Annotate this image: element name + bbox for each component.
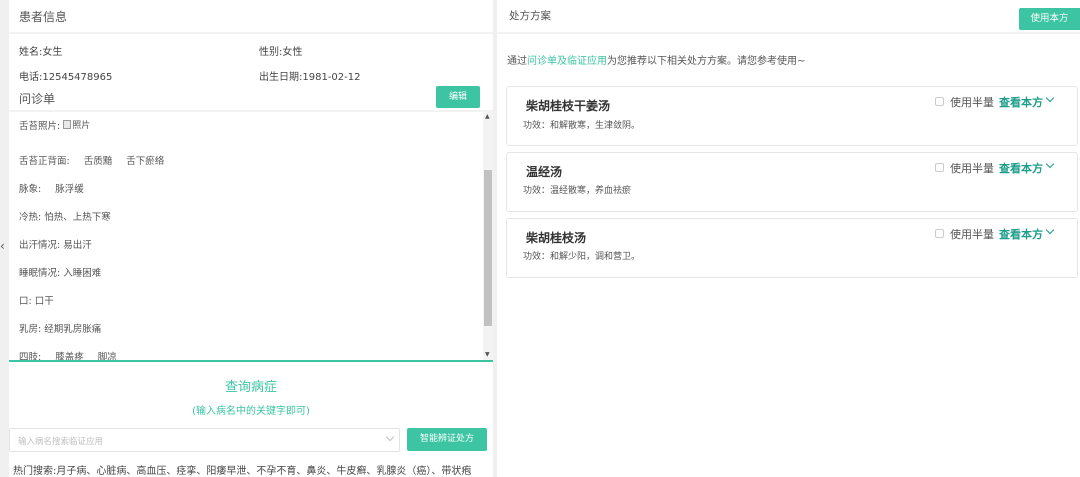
prescription-card: 柴胡桂枝干姜汤 功效：和解散寒，生津敛阴。 使用半量 查看本方	[506, 86, 1078, 146]
half-dose-label: 使用半量	[950, 228, 994, 241]
tongue-photo-row: 舌苔照片: 照片	[19, 118, 90, 132]
left-panel: 患者信息 姓名:女生 性别:女性 电话:12545478965 出生日期:198…	[9, 0, 493, 477]
inquiry-item: 四肢: 膝盖疼 脚凉	[19, 352, 117, 362]
prescription-title: 处方方案	[509, 10, 551, 22]
hot-search-item[interactable]: 阳痿早泄	[206, 466, 246, 477]
prescription-name: 柴胡桂枝干姜汤	[526, 99, 611, 113]
patient-gender: 性别:女性	[259, 47, 303, 58]
chevron-down-icon[interactable]	[1045, 93, 1055, 103]
hot-search-label: 热门搜索:	[13, 466, 57, 477]
view-prescription-link[interactable]: 查看本方	[999, 94, 1043, 110]
tongue-photo-image[interactable]: 照片	[63, 118, 90, 131]
prescription-effect: 功效：和解少阳，调和营卫。	[523, 252, 641, 262]
right-panel: 处方方案 使用本方 通过问诊单及临证应用为您推荐以下相关处方方案。请您参考使用~…	[497, 0, 1080, 477]
inquiry-item: 出汗情况: 易出汗	[19, 240, 92, 251]
disease-search-select[interactable]	[9, 428, 400, 453]
scrollbar[interactable]: ▲ ▼	[483, 112, 493, 360]
inquiry-item: 舌苔正背面: 舌质黯 舌下瘀络	[19, 156, 165, 167]
prescription-card: 柴胡桂枝汤 功效：和解少阳，调和营卫。 使用半量 查看本方	[506, 218, 1078, 278]
hot-search-row: 热门搜索:月子病、心脏病、高血压、痉挛、阳痿早泄、不孕不育、鼻炎、牛皮癣、乳腺炎…	[13, 466, 472, 477]
prescription-card: 温经汤 功效：温经散寒，养血祛瘀 使用半量 查看本方	[506, 152, 1078, 212]
chevron-down-icon[interactable]	[385, 432, 395, 442]
hot-search-item[interactable]: 高血压	[136, 466, 166, 477]
view-prescription-link[interactable]: 查看本方	[999, 160, 1043, 176]
chevron-down-icon[interactable]	[1045, 225, 1055, 235]
inquiry-item: 睡眠情况: 入睡困难	[19, 268, 102, 279]
tongue-photo-label: 舌苔照片:	[19, 121, 61, 132]
chevron-down-icon[interactable]	[1045, 159, 1055, 169]
inquiry-title: 问诊单	[19, 92, 56, 106]
prescription-effect: 功效：温经散寒，养血祛瘀	[523, 186, 632, 196]
divider	[497, 32, 1080, 34]
patient-phone: 电话:12545478965	[19, 72, 113, 83]
hot-search-item[interactable]: 痉挛	[176, 466, 196, 477]
half-dose-checkbox[interactable]	[935, 229, 944, 238]
edit-button[interactable]: 编辑	[436, 86, 480, 108]
patient-info-title: 患者信息	[19, 10, 68, 24]
recommendation-intro: 通过问诊单及临证应用为您推荐以下相关处方方案。请您参考使用~	[507, 56, 806, 67]
scrollbar-thumb[interactable]	[484, 170, 492, 326]
hot-search-item[interactable]: 心脏病	[96, 466, 126, 477]
query-title: 查询病症	[224, 380, 277, 395]
use-prescription-button[interactable]: 使用本方	[1019, 8, 1080, 30]
inquiry-item: 口: 口干	[19, 296, 54, 307]
inquiry-scroll-area[interactable]: 舌苔照片: 照片 舌苔正背面: 舌质黯 舌下瘀络 脉象: 脉浮缓 冷热: 怕热、上热下…	[9, 112, 493, 362]
hot-search-item[interactable]: 月子病	[56, 466, 86, 477]
half-dose-checkbox[interactable]	[935, 163, 944, 172]
query-subtitle: (输入病名中的关键字即可)	[192, 406, 310, 417]
hot-search-item[interactable]: 鼻炎	[306, 466, 326, 477]
divider	[9, 32, 493, 34]
prescription-name: 柴胡桂枝汤	[526, 231, 587, 245]
inquiry-link[interactable]: 问诊单及临证应用	[527, 56, 607, 67]
half-dose-label: 使用半量	[950, 96, 994, 109]
hot-search-item[interactable]: 带状疱	[441, 466, 471, 477]
half-dose-checkbox[interactable]	[935, 97, 944, 106]
app-root: ‹ 患者信息 姓名:女生 性别:女性 电话:12545478965 出生日期:1…	[0, 0, 1080, 477]
hot-search-item[interactable]: 不孕不育	[256, 466, 296, 477]
smart-diagnosis-button[interactable]: 智能辨证处方	[407, 428, 487, 451]
scroll-up-icon[interactable]: ▲	[485, 114, 490, 120]
scroll-down-icon[interactable]: ▼	[485, 352, 490, 358]
view-prescription-link[interactable]: 查看本方	[999, 226, 1043, 242]
hot-search-item[interactable]: 乳腺炎（癌）	[376, 466, 431, 477]
patient-birth: 出生日期:1981-02-12	[259, 72, 361, 83]
disease-search-input[interactable]	[10, 431, 370, 453]
patient-name: 姓名:女生	[19, 47, 63, 58]
inquiry-item: 乳房: 经期乳房胀痛	[19, 324, 102, 335]
half-dose-label: 使用半量	[950, 162, 994, 175]
prescription-name: 温经汤	[526, 165, 563, 179]
inquiry-item: 冷热: 怕热、上热下寒	[19, 212, 111, 223]
inquiry-item: 脉象: 脉浮缓	[19, 184, 84, 195]
hot-search-item[interactable]: 牛皮癣	[336, 466, 366, 477]
collapse-arrow-icon[interactable]: ‹	[0, 238, 8, 254]
prescription-effect: 功效：和解散寒，生津敛阴。	[523, 121, 641, 131]
broken-image-icon	[63, 120, 72, 129]
